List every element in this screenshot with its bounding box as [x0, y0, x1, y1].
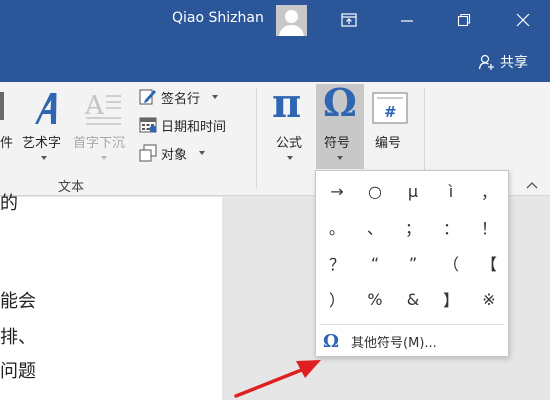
symbol-cell[interactable]: ” [394, 245, 432, 281]
symbol-dropdown: → ○ μ ì， 。、；：！ ？ “” （【 ）% &】 ※ Ω 其他符号(M)... [315, 170, 509, 357]
restore-button[interactable] [449, 6, 479, 34]
user-name[interactable]: Qiao Shizhan [172, 10, 264, 26]
doc-line: 排、 [0, 327, 36, 348]
symbol-cell[interactable]: （ [432, 245, 470, 281]
number-hash-icon: # [372, 92, 408, 124]
symbol-cell[interactable]: “ [356, 245, 394, 281]
signature-line-caret-icon [212, 95, 219, 99]
wordart-icon [35, 93, 57, 124]
symbol-cell[interactable]: μ [394, 173, 432, 209]
dropcap-icon: A [84, 91, 121, 125]
number-label: 编号 [375, 136, 402, 151]
symbol-cell[interactable]: & [394, 281, 432, 317]
symbol-cell[interactable]: 。 [318, 209, 356, 245]
close-icon [516, 13, 530, 27]
symbol-cell[interactable]: ì [432, 173, 470, 209]
avatar-body [279, 25, 304, 36]
symbol-cell[interactable]: 、 [356, 209, 394, 245]
svg-text:A: A [84, 91, 105, 121]
group-separator [256, 88, 257, 188]
symbol-cell[interactable]: ○ [356, 173, 394, 209]
symbol-cell[interactable]: ？ [318, 245, 356, 281]
symbol-cell[interactable]: → [318, 173, 356, 209]
symbol-cell[interactable]: ！ [470, 209, 508, 245]
symbol-cell[interactable]: 】 [432, 281, 470, 317]
symbol-cell[interactable]: ※ [470, 281, 508, 317]
more-symbols-omega-icon: Ω [323, 330, 340, 352]
datetime-label: 日期和时间 [161, 119, 227, 135]
ribbon-display-options-button[interactable] [334, 6, 364, 34]
object-button[interactable]: 对象 [139, 142, 206, 164]
minimize-icon [401, 20, 413, 22]
symbol-cell[interactable]: 【 [470, 245, 508, 281]
restore-icon [457, 13, 471, 27]
symbol-cell[interactable]: ； [394, 209, 432, 245]
symbol-cell[interactable]: % [356, 281, 394, 317]
share-label: 共享 [500, 55, 528, 71]
symbol-omega-icon: Ω [323, 80, 357, 125]
equation-caret-icon [287, 156, 293, 160]
wordart-caret-icon [41, 156, 47, 160]
more-symbols-label: 其他符号(M)... [351, 335, 437, 351]
dropdown-separator [320, 324, 504, 325]
dropcap-caret-icon [101, 156, 107, 160]
object-icon [139, 144, 157, 162]
equation-pi-icon: π [272, 80, 302, 127]
symbol-label: 符号 [324, 136, 351, 151]
title-bar: Qiao Shizhan [0, 0, 550, 44]
doc-line: 的 [0, 193, 18, 214]
minimize-button[interactable] [392, 6, 422, 34]
signature-line-label: 签名行 [161, 91, 201, 107]
wordart-label: 艺术字 [22, 136, 62, 151]
object-label: 对象 [161, 147, 188, 163]
document-page[interactable]: 的 能会 排、 问题 [0, 193, 222, 400]
ribbon-display-icon [341, 13, 357, 27]
avatar-head [285, 10, 298, 23]
object-caret-icon [199, 151, 206, 155]
signature-line-icon [139, 89, 156, 105]
symbol-cell[interactable]: ） [318, 281, 356, 317]
svg-text:#: # [384, 103, 397, 121]
partial-icon [0, 92, 4, 120]
collapse-ribbon-icon[interactable] [525, 180, 539, 190]
symbol-cell[interactable]: ， [470, 173, 508, 209]
share-person-icon [478, 54, 494, 70]
equation-label: 公式 [276, 136, 303, 151]
partial-button-label[interactable]: 件 [0, 132, 13, 151]
symbol-button[interactable]: Ω 符号 [316, 80, 364, 169]
doc-line: 能会 [0, 291, 36, 312]
share-button[interactable]: 共享 [478, 52, 528, 72]
calendar-icon [139, 117, 157, 133]
signature-line-button[interactable]: 签名行 [139, 86, 219, 108]
more-symbols-button[interactable]: Ω 其他符号(M)... [316, 327, 508, 355]
text-group-label: 文本 [58, 180, 85, 195]
doc-line: 问题 [0, 361, 36, 382]
datetime-button[interactable]: 日期和时间 [139, 114, 226, 136]
share-row: 共享 [0, 44, 550, 82]
avatar[interactable] [276, 5, 307, 36]
symbol-cell[interactable]: ： [432, 209, 470, 245]
symbol-caret-icon [337, 156, 343, 160]
dropcap-label: 首字下沉 [73, 136, 126, 151]
close-button[interactable] [508, 6, 538, 34]
